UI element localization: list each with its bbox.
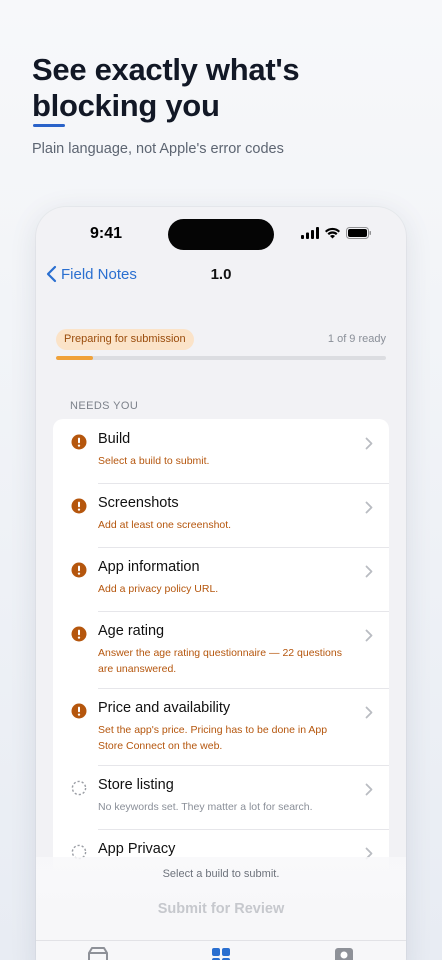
tab-submissions[interactable] — [83, 947, 113, 960]
phone-frame: 9:41 Field Notes 1.0 Preparing for submi… — [36, 207, 406, 960]
row-text: Build Select a build to submit. — [98, 430, 375, 472]
warning-icon — [71, 562, 87, 578]
row-text: Age rating Answer the age rating questio… — [98, 622, 375, 677]
checklist: Build Select a build to submit. Screensh… — [53, 419, 389, 893]
row-title: Age rating — [98, 623, 165, 639]
progress-bar — [56, 356, 386, 360]
chevron-right-icon — [365, 437, 373, 450]
checklist-row-screenshots[interactable]: Screenshots Add at least one screenshot. — [53, 483, 389, 547]
tab-bar — [36, 940, 406, 960]
status-bar: 9:41 — [36, 207, 406, 261]
checklist-row-app-information[interactable]: App information Add a privacy policy URL… — [53, 547, 389, 611]
hero-headline-line-1: See exactly what's — [32, 52, 300, 87]
warning-icon — [71, 434, 87, 450]
ready-count: 1 of 9 ready — [327, 333, 386, 345]
pending-circle-icon — [71, 780, 87, 796]
chevron-right-icon — [365, 501, 373, 514]
progress-row: Preparing for submission 1 of 9 ready — [56, 329, 386, 351]
grid-icon — [211, 948, 230, 960]
progress-bar-fill — [56, 356, 93, 360]
row-subtitle: No keywords set. They matter a lot for s… — [98, 801, 313, 813]
row-text: App information Add a privacy policy URL… — [98, 558, 375, 600]
row-subtitle: Select a build to submit. — [98, 455, 210, 467]
section-header: NEEDS YOU — [70, 400, 139, 412]
row-text: Screenshots Add at least one screenshot. — [98, 494, 375, 536]
nav-title: 1.0 — [210, 266, 232, 283]
battery-icon — [346, 227, 371, 239]
hero-headline-line-2: blocking you — [32, 88, 220, 123]
row-subtitle: Set the app's price. Pricing has to be d… — [98, 724, 328, 752]
row-title: App information — [98, 559, 200, 575]
nav-bar: Field Notes 1.0 — [36, 261, 406, 301]
tab-account[interactable] — [329, 947, 359, 960]
status-time: 9:41 — [90, 225, 123, 242]
chevron-right-icon — [365, 565, 373, 578]
checklist-row-build[interactable]: Build Select a build to submit. — [53, 419, 389, 483]
blocker-message: Select a build to submit. — [162, 868, 280, 880]
status-icons — [301, 227, 372, 239]
cellular-signal-icon — [301, 227, 319, 239]
hero-headline: See exactly what's blocking you — [32, 52, 412, 124]
warning-icon — [71, 626, 87, 642]
checklist-row-age-rating[interactable]: Age rating Answer the age rating questio… — [53, 611, 389, 688]
row-title: Build — [98, 431, 131, 447]
row-text: Price and availability Set the app's pri… — [98, 699, 375, 754]
warning-icon — [71, 498, 87, 514]
checklist-row-price-and-availability[interactable]: Price and availability Set the app's pri… — [53, 688, 389, 765]
chevron-right-icon — [365, 629, 373, 642]
dynamic-island — [168, 219, 274, 250]
wifi-icon — [325, 227, 340, 239]
archive-box-icon — [87, 947, 108, 960]
chevron-right-icon — [365, 706, 373, 719]
row-title: Screenshots — [98, 495, 179, 511]
row-subtitle: Add at least one screenshot. — [98, 519, 232, 531]
hero-subhead: Plain language, not Apple's error codes — [32, 141, 284, 157]
row-title: Price and availability — [98, 700, 231, 716]
tab-checklist[interactable] — [206, 947, 236, 960]
row-subtitle: Answer the age rating questionnaire — 22… — [98, 647, 342, 675]
row-text: Store listing No keywords set. They matt… — [98, 776, 375, 818]
checklist-row-store-listing[interactable]: Store listing No keywords set. They matt… — [53, 765, 389, 829]
row-subtitle: Add a privacy policy URL. — [98, 583, 219, 595]
submit-for-review-button[interactable]: Submit for Review — [36, 901, 406, 917]
headline-underline-accent — [33, 124, 65, 127]
status-badge: Preparing for submission — [56, 329, 194, 350]
person-icon — [335, 948, 354, 960]
warning-icon — [71, 703, 87, 719]
row-title: Store listing — [98, 777, 174, 793]
chevron-right-icon — [365, 783, 373, 796]
